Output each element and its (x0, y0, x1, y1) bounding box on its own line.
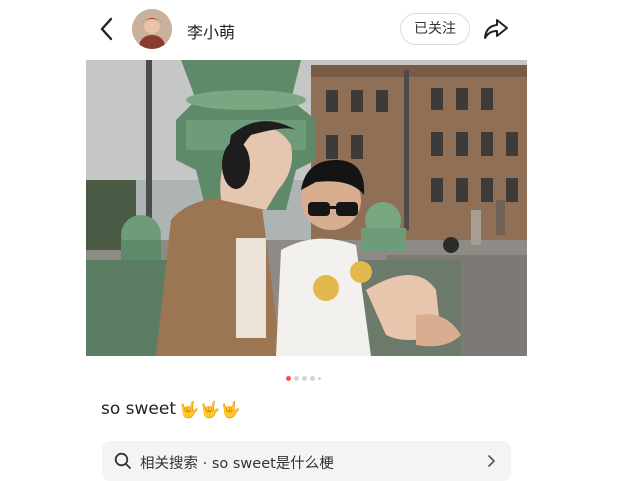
carousel-dot[interactable] (310, 376, 315, 381)
post-photo[interactable] (86, 60, 527, 356)
chevron-left-icon (100, 17, 113, 41)
carousel-dot[interactable] (302, 376, 307, 381)
avatar-image (132, 9, 172, 49)
carousel-dot[interactable] (286, 376, 291, 381)
caption-text: so sweet (101, 399, 177, 419)
share-button[interactable] (482, 16, 510, 42)
share-icon (484, 19, 508, 39)
post-caption: so sweet 🤟🤟🤟 (101, 399, 242, 419)
carousel-indicator (286, 376, 321, 382)
search-icon (114, 452, 131, 469)
carousel-dot[interactable] (294, 376, 299, 381)
following-button[interactable]: 已关注 (400, 13, 470, 45)
back-button[interactable] (96, 16, 120, 42)
username[interactable]: 李小萌 (187, 19, 235, 43)
avatar[interactable] (132, 9, 172, 49)
related-search-bar[interactable]: 相关搜索 · so sweet是什么梗 (102, 441, 511, 481)
top-bar: 李小萌 已关注 (0, 0, 640, 58)
caption-emojis: 🤟🤟🤟 (179, 399, 242, 419)
related-search-label: 相关搜索 · so sweet是什么梗 (140, 456, 334, 472)
chevron-right-icon (488, 455, 495, 467)
photo-image (86, 60, 527, 356)
carousel-dot[interactable] (318, 377, 321, 380)
